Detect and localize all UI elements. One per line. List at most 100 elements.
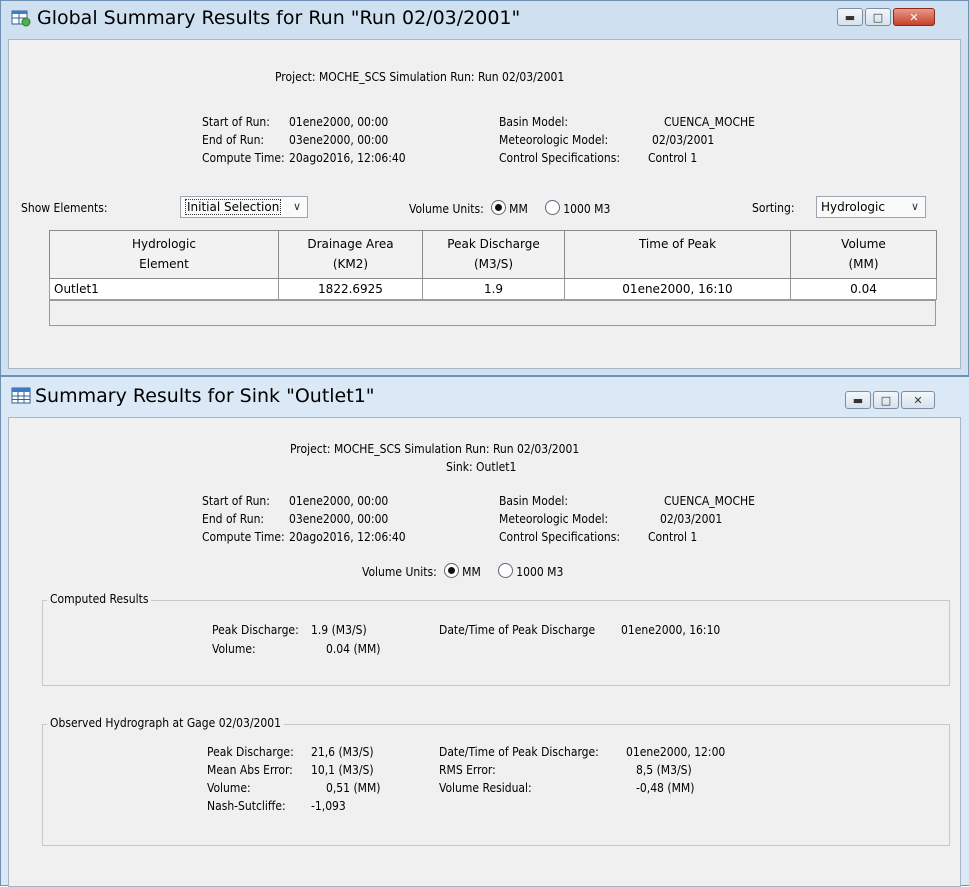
minimize-icon: ▬ (844, 10, 856, 24)
observed-peak-time-value: 01ene2000, 12:00 (626, 745, 726, 759)
global-results-table: Hydrologic Element Drainage Area (KM2) Pea… (49, 230, 937, 300)
met-model-label: Meteorologic Model: (499, 512, 609, 526)
cell-peak-discharge: 1.9 (422, 278, 565, 300)
table-icon (11, 387, 31, 404)
observed-peak-label: Peak Discharge: (207, 745, 294, 759)
sorting-value: Hydrologic (821, 200, 885, 214)
computed-peak-time-value: 01ene2000, 16:10 (621, 623, 721, 637)
control-label: Control Specifications: (499, 530, 621, 544)
maximize-icon: □ (872, 10, 884, 24)
cell-element[interactable]: Outlet1 (49, 278, 279, 300)
observed-rms-label: RMS Error: (439, 763, 496, 777)
met-model-value: 02/03/2001 (660, 512, 723, 526)
show-elements-label: Show Elements: (21, 201, 108, 215)
observed-nash-label: Nash-Sutcliffe: (207, 799, 286, 813)
global-summary-titlebar[interactable]: Global Summary Results for Run "Run 02/0… (1, 1, 968, 41)
start-of-run-value: 01ene2000, 00:00 (289, 494, 389, 508)
observed-mae-label: Mean Abs Error: (207, 763, 293, 777)
unit-mm-radio[interactable] (491, 200, 507, 215)
computed-peak-time-label: Date/Time of Peak Discharge (439, 623, 596, 637)
minimize-icon: ▬ (852, 393, 864, 407)
observed-peak-value: 21,6 (M3/S) (311, 745, 374, 759)
compute-time-label: Compute Time: (202, 151, 285, 165)
table-run-icon (11, 10, 31, 27)
basin-model-label: Basin Model: (499, 494, 568, 508)
observed-mae-value: 10,1 (M3/S) (311, 763, 374, 777)
start-of-run-label: Start of Run: (202, 494, 270, 508)
basin-model-label: Basin Model: (499, 115, 568, 129)
met-model-label: Meteorologic Model: (499, 133, 609, 147)
header-peak-discharge[interactable]: Peak Discharge (M3/S) (422, 230, 565, 279)
table-empty-area (49, 300, 936, 326)
table-row[interactable]: Outlet1 1822.6925 1.9 01ene2000, 16:10 0… (49, 278, 937, 300)
minimize-button[interactable]: ▬ (845, 391, 871, 409)
project-line: Project: MOCHE_SCS Simulation Run: Run 0… (290, 442, 580, 456)
unit-1000m3-label: 1000 M3 (563, 202, 611, 216)
cell-volume: 0.04 (790, 278, 937, 300)
sink-line: Sink: Outlet1 (446, 460, 517, 474)
window-title: Global Summary Results for Run "Run 02/0… (37, 7, 521, 29)
observed-volume-value: 0,51 (MM) (326, 781, 381, 795)
end-of-run-value: 03ene2000, 00:00 (289, 133, 389, 147)
maximize-button[interactable]: □ (865, 8, 891, 26)
volume-units-group: Volume Units: MM 1000 M3 (362, 563, 563, 579)
close-icon: ✕ (909, 10, 919, 24)
chevron-down-icon: ∨ (910, 200, 919, 213)
maximize-button[interactable]: □ (873, 391, 899, 409)
window-title: Summary Results for Sink "Outlet1" (35, 385, 375, 407)
end-of-run-value: 03ene2000, 00:00 (289, 512, 389, 526)
volume-units-group: Volume Units: MM 1000 M3 (409, 200, 610, 216)
header-drainage-area[interactable]: Drainage Area (KM2) (278, 230, 423, 279)
observed-nash-value: -1,093 (311, 799, 346, 813)
sink-summary-titlebar[interactable]: Summary Results for Sink "Outlet1" ▬ □ ✕ (1, 377, 969, 417)
window-controls: ▬ □ ✕ (835, 8, 935, 26)
window-controls: ▬ □ ✕ (843, 391, 935, 409)
show-elements-value: Initial Selection (185, 199, 282, 215)
cell-drainage-area: 1822.6925 (278, 278, 423, 300)
global-summary-client: Project: MOCHE_SCS Simulation Run: Run 0… (8, 39, 961, 369)
observed-residual-label: Volume Residual: (439, 781, 532, 795)
computed-results-group (42, 600, 950, 686)
start-of-run-label: Start of Run: (202, 115, 270, 129)
volume-units-label: Volume Units: (409, 202, 484, 216)
met-model-value: 02/03/2001 (652, 133, 715, 147)
unit-1000m3-radio[interactable] (498, 563, 514, 578)
table-header-row: Hydrologic Element Drainage Area (KM2) Pea… (49, 230, 937, 279)
unit-1000m3-radio[interactable] (545, 200, 561, 215)
observed-residual-value: -0,48 (MM) (636, 781, 695, 795)
computed-volume-label: Volume: (212, 642, 256, 656)
show-elements-dropdown[interactable]: Initial Selection ∨ (180, 196, 308, 218)
compute-time-label: Compute Time: (202, 530, 285, 544)
header-time-of-peak[interactable]: Time of Peak (564, 230, 791, 279)
compute-time-value: 20ago2016, 12:06:40 (289, 530, 406, 544)
unit-mm-label: MM (509, 202, 528, 216)
observed-hydrograph-label: Observed Hydrograph at Gage 02/03/2001 (47, 716, 284, 730)
sink-summary-client: Project: MOCHE_SCS Simulation Run: Run 0… (8, 417, 961, 887)
basin-model-value: CUENCA_MOCHE (664, 494, 755, 508)
start-of-run-value: 01ene2000, 00:00 (289, 115, 389, 129)
close-button[interactable]: ✕ (901, 391, 935, 409)
sink-summary-window: Summary Results for Sink "Outlet1" ▬ □ ✕… (0, 376, 969, 887)
control-value: Control 1 (648, 530, 698, 544)
sorting-label: Sorting: (752, 201, 795, 215)
control-label: Control Specifications: (499, 151, 621, 165)
close-button[interactable]: ✕ (893, 8, 935, 26)
minimize-button[interactable]: ▬ (837, 8, 863, 26)
unit-1000m3-label: 1000 M3 (516, 565, 564, 579)
compute-time-value: 20ago2016, 12:06:40 (289, 151, 406, 165)
unit-mm-label: MM (462, 565, 481, 579)
header-volume[interactable]: Volume (MM) (790, 230, 937, 279)
observed-rms-value: 8,5 (M3/S) (636, 763, 692, 777)
cell-time-of-peak: 01ene2000, 16:10 (564, 278, 791, 300)
unit-mm-radio[interactable] (444, 563, 460, 578)
maximize-icon: □ (880, 393, 892, 407)
basin-model-value: CUENCA_MOCHE (664, 115, 755, 129)
header-hydrologic-element[interactable]: Hydrologic Element (49, 230, 279, 279)
computed-volume-value: 0.04 (MM) (326, 642, 381, 656)
close-icon: ✕ (913, 393, 923, 407)
control-value: Control 1 (648, 151, 698, 165)
global-summary-window: Global Summary Results for Run "Run 02/0… (0, 0, 969, 376)
sorting-dropdown[interactable]: Hydrologic ∨ (816, 196, 926, 218)
computed-peak-label: Peak Discharge: (212, 623, 299, 637)
observed-volume-label: Volume: (207, 781, 251, 795)
